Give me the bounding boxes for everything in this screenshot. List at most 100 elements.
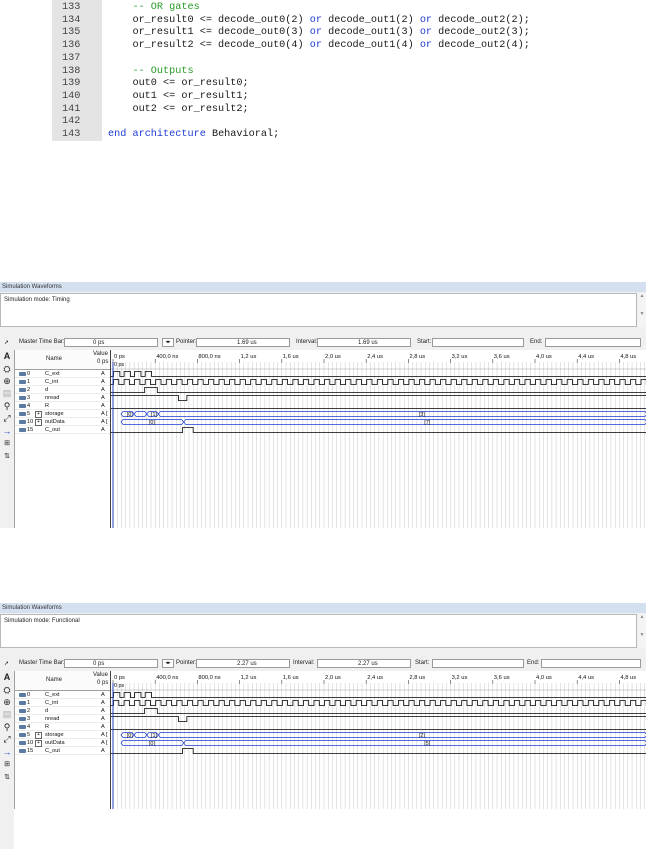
code-text: end architecture Behavioral; [108,128,279,141]
replace-icon[interactable]: ⤢ [2,413,12,423]
cursor-tool-icon[interactable]: ➚ [4,660,9,667]
time-tick-label: 1,2 us [241,354,257,360]
signal-row[interactable]: 4 R A [15,723,111,731]
signal-name: d [45,387,49,393]
signal-value: A [101,716,105,722]
signal-row[interactable]: 3 nread A [15,715,111,723]
code-line[interactable]: 138 -- Outputs [52,65,646,78]
master-time-bar-field[interactable]: 0 ps [64,338,158,347]
line-number: 135 [62,27,81,39]
code-line[interactable]: 135 or_result1 <= decode_out0(3) or deco… [52,26,646,39]
line-number: 133 [62,2,81,13]
code-line[interactable]: 136 or_result2 <= decode_out0(4) or deco… [52,39,646,52]
waveform-canvas: 0 ps 400,0 ns 800,0 ns 1,2 us 1,6 us 2,0 us 2,… [111,675,646,809]
code-line[interactable]: 137 [52,52,646,65]
signal-id: 3 [27,716,31,722]
signal-row[interactable]: 10 + outData A [ [15,739,111,747]
signal-row[interactable]: 1 C_int A [15,378,111,386]
time-bar-nav-arrows[interactable]: ◂▸ [162,659,174,668]
arrow-icon[interactable]: → [2,747,12,757]
signal-row[interactable]: 4 R A [15,402,111,410]
node-finder-icon[interactable]: ⛭ [2,364,12,374]
full-screen-icon[interactable]: ▤ [2,709,12,719]
time-bar-nav-arrows[interactable]: ◂▸ [162,338,174,347]
signal-id: 5 [27,732,31,738]
simulation-waveforms-window-timing[interactable]: Simulation Waveforms Simulation mode: Ti… [0,282,646,528]
comment-token: -- Outputs [108,65,194,77]
find-icon[interactable]: ⚲ [2,401,12,411]
signal-row[interactable]: 0 C_ext A [15,370,111,378]
code-line[interactable]: 134 or_result0 <= decode_out0(2) or deco… [52,14,646,27]
code-line[interactable]: 141 out2 <= or_result2; [52,103,646,116]
pin-icon [19,387,26,392]
replace-icon[interactable]: ⤢ [2,734,12,744]
signal-row[interactable]: 15 C_out A [15,747,111,755]
master-time-bar-field[interactable]: 0 ps [64,659,158,668]
code-token: decode_out2(2); [432,14,530,26]
signal-index: 1 [19,699,41,706]
signal-value: A [ [101,740,108,746]
pin-icon [19,748,26,753]
time-bar-toolbar: ➚ Master Time Bar: 0 ps ◂▸ Pointer: 2.27… [0,658,646,670]
zoom-icon[interactable]: ⊕ [2,697,12,707]
signal-row[interactable]: 10 + outData A [ [15,418,111,426]
master-time-bar-label: Master Time Bar: [19,339,65,345]
waveform-display[interactable]: 0 ps 400,0 ns 800,0 ns 1,2 us 1,6 us 2,0 us 2,… [110,350,646,528]
line-number: 138 [62,65,81,77]
expand-icon[interactable]: + [35,740,42,747]
signal-name: C_int [45,379,59,385]
overwrite-clock-icon[interactable]: ⊞ [2,760,12,770]
signal-row[interactable]: 1 C_int A [15,699,111,707]
signal-index: 0 [19,370,41,377]
code-line[interactable]: 140 out1 <= or_result1; [52,90,646,103]
zoom-icon[interactable]: ⊕ [2,376,12,386]
find-icon[interactable]: ⚲ [2,722,12,732]
code-line[interactable]: 143 end architecture Behavioral; [52,128,646,141]
code-line[interactable]: 133 -- OR gates [52,1,646,14]
mode-panel-scrollbar[interactable]: ▲ ▼ [638,293,646,327]
signal-row[interactable]: 2 d A [15,707,111,715]
sort-icon[interactable]: ⇅ [2,773,12,783]
signal-id: 15 [27,427,34,433]
interval-field: 1.69 us [317,338,411,347]
arrow-icon[interactable]: → [2,426,12,436]
signal-row[interactable]: 5 + storage A [ [15,410,111,418]
signal-row[interactable]: 3 nread A [15,394,111,402]
bus-value-label: [7] [424,420,430,426]
text-tool-icon[interactable]: A [2,672,12,682]
text-tool-icon[interactable]: A [2,351,12,361]
simulation-mode-panel: Simulation mode: Functional [0,614,637,648]
bus-value-label: [5] [424,741,430,747]
signal-row[interactable]: 5 + storage A [ [15,731,111,739]
code-line[interactable]: 142 [52,115,646,128]
code-token: out1 <= or_result1; [108,90,249,102]
keyword-token: or [309,40,322,52]
master-time-bar-value: 0 ps [93,340,105,346]
keyword-token: or [419,40,433,52]
end-field [541,659,641,668]
cursor-tool-icon[interactable]: ➚ [4,339,9,346]
node-finder-icon[interactable]: ⛭ [2,685,12,695]
code-editor[interactable]: 133 -- OR gates 134 or_result0 <= decode_… [52,0,646,141]
full-screen-icon[interactable]: ▤ [2,388,12,398]
bus-segment-outData [183,419,646,425]
bus-value-label: [3] [419,412,425,418]
mode-panel-scrollbar[interactable]: ▲ ▼ [638,614,646,648]
simulation-waveforms-window-functional[interactable]: Simulation Waveforms Simulation mode: Fu… [0,603,646,849]
pin-icon [19,740,26,745]
overwrite-clock-icon[interactable]: ⊞ [2,439,12,449]
signal-row[interactable]: 2 d A [15,386,111,394]
code-token: decode_out1(4) [321,40,420,52]
expand-icon[interactable]: + [35,419,42,426]
bus-value-label: [2] [419,733,425,739]
signal-index: 3 [19,715,41,722]
expand-icon[interactable]: + [35,411,42,418]
signal-row[interactable]: 15 C_out A [15,426,111,434]
signal-index: 4 [19,402,41,409]
end-label: End: [527,660,540,666]
sort-icon[interactable]: ⇅ [2,452,12,462]
code-line[interactable]: 139 out0 <= or_result0; [52,77,646,90]
waveform-display[interactable]: 0 ps 400,0 ns 800,0 ns 1,2 us 1,6 us 2,0 us 2,… [110,671,646,809]
signal-row[interactable]: 0 C_ext A [15,691,111,699]
expand-icon[interactable]: + [35,732,42,739]
